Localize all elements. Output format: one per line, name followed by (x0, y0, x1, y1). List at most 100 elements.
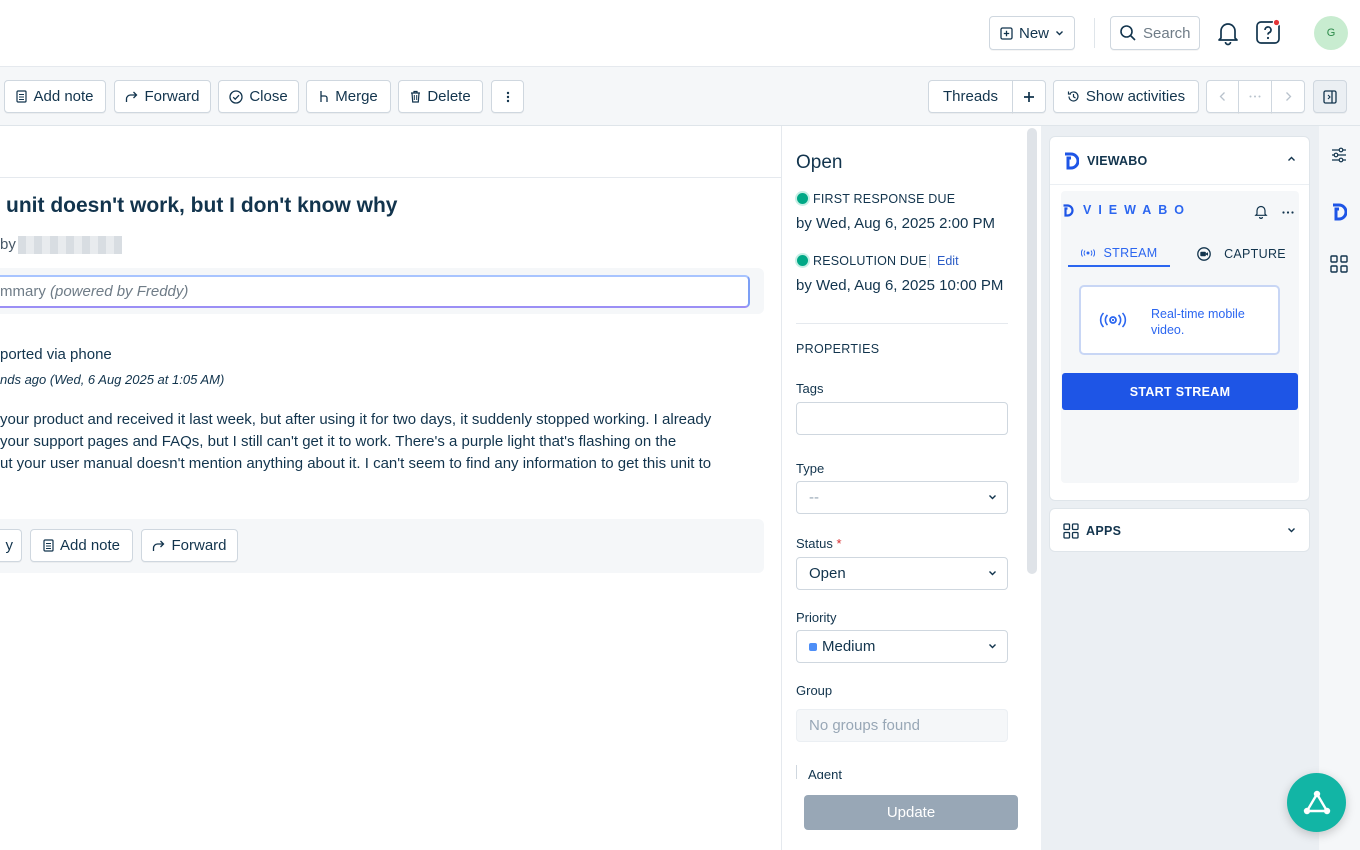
requester-name-redacted (18, 236, 122, 254)
sla-status-dot (797, 255, 808, 266)
viewabo-logo-text: VIEWABO (1083, 203, 1192, 217)
resolution-edit-link[interactable]: Edit (937, 254, 959, 268)
resolution-value: by Wed, Aug 6, 2025 10:00 PM (796, 277, 1004, 294)
divider (929, 254, 930, 268)
apps-grid-icon[interactable] (1330, 255, 1348, 273)
more-actions-button[interactable] (491, 80, 524, 113)
forward-label: Forward (144, 88, 200, 105)
show-activities-button[interactable]: Show activities (1053, 80, 1199, 113)
stream-feature-card: Real-time mobile video. (1079, 285, 1280, 355)
note-icon (43, 539, 54, 552)
priority-select[interactable]: Medium (796, 630, 1008, 663)
forward-icon (153, 540, 165, 551)
ticket-title: unit doesn't work, but I don't know why (6, 194, 398, 217)
divider (796, 323, 1008, 324)
status-label: Status * (796, 536, 842, 551)
tab-stream[interactable]: STREAM (1068, 241, 1170, 267)
help-icon[interactable] (1255, 18, 1283, 46)
delete-button[interactable]: Delete (398, 80, 483, 113)
summary-label: mmary (0, 283, 46, 300)
search-button[interactable]: Search (1110, 16, 1200, 50)
first-response-label: FIRST RESPONSE DUE (813, 192, 956, 206)
status-value: Open (809, 565, 846, 582)
toggle-sidebar-button[interactable] (1313, 80, 1347, 113)
resolution-label: RESOLUTION DUE (813, 254, 927, 268)
reply-button[interactable]: y (0, 529, 22, 562)
plus-icon (1024, 91, 1034, 102)
more-horizontal-icon (1249, 95, 1261, 98)
close-button[interactable]: Close (218, 80, 299, 113)
new-button[interactable]: New (989, 16, 1075, 50)
divider (1094, 18, 1095, 48)
ticket-toolbar: Add note Forward Close Merge Delete Thre… (0, 67, 1360, 126)
new-button-label: New (1018, 24, 1049, 42)
viewabo-app-icon[interactable] (1331, 203, 1347, 221)
prev-ticket-button[interactable] (1206, 80, 1239, 113)
bell-icon[interactable] (1254, 204, 1268, 219)
right-rail (1319, 126, 1360, 850)
reply-forward-label: Forward (171, 537, 227, 554)
priority-value: Medium (822, 638, 876, 655)
reply-add-note-button[interactable]: Add note (30, 529, 133, 562)
apps-section[interactable]: APPS (1049, 508, 1310, 552)
chevron-down-icon (989, 495, 996, 500)
ticket-list-button[interactable] (1238, 80, 1272, 113)
add-note-label: Add note (33, 88, 94, 105)
reply-forward-button[interactable]: Forward (141, 529, 238, 562)
update-button[interactable]: Update (804, 795, 1018, 830)
broadcast-icon (1099, 312, 1127, 328)
filter-settings-icon[interactable] (1331, 147, 1347, 163)
viewabo-widget: VIEWABO VIEWABO STREAM CAPTURE Real-time… (1049, 136, 1310, 501)
plus-square-icon (1000, 26, 1013, 40)
viewabo-app-frame: VIEWABO STREAM CAPTURE Real-time mobile … (1061, 191, 1299, 483)
message-timestamp: nds ago (Wed, 6 Aug 2025 at 1:05 AM) (0, 372, 225, 387)
reported-via: ported via phone (0, 346, 112, 363)
tags-label: Tags (796, 381, 824, 396)
chevron-down-icon (1056, 31, 1063, 36)
status-select[interactable]: Open (796, 557, 1008, 590)
merge-button[interactable]: Merge (306, 80, 391, 113)
forward-icon (126, 91, 138, 102)
requester-prefix: by (0, 236, 16, 253)
bell-icon[interactable] (1216, 20, 1240, 46)
viewabo-logo-icon (1065, 152, 1079, 170)
stream-icon (1080, 249, 1095, 257)
delete-label: Delete (427, 88, 471, 105)
divider (796, 765, 797, 779)
scrollbar-thumb[interactable] (1027, 128, 1037, 574)
freddy-assistant-button[interactable] (1287, 773, 1346, 832)
type-label: Type (796, 461, 825, 476)
message-body: your product and received it last week, … (0, 409, 711, 475)
add-note-button[interactable]: Add note (4, 80, 106, 113)
viewabo-brand-mark-icon (1063, 204, 1074, 217)
search-label: Search (1143, 24, 1191, 42)
message-line: your support pages and FAQs, but I still… (0, 433, 677, 450)
summary-container: mmary (powered by Freddy) (0, 268, 764, 314)
merge-icon (320, 91, 328, 102)
apps-label: APPS (1086, 524, 1122, 538)
divider (0, 177, 781, 178)
group-label: Group (796, 683, 833, 698)
top-bar: New Search G (0, 0, 1360, 67)
next-ticket-button[interactable] (1271, 80, 1305, 113)
message-line: your product and received it last week, … (0, 411, 712, 428)
threads-button[interactable]: Threads (928, 80, 1013, 113)
tab-capture[interactable]: CAPTURE (1193, 241, 1289, 267)
tags-input[interactable] (796, 402, 1008, 435)
add-thread-button[interactable] (1012, 80, 1046, 113)
chevron-down-icon (1288, 528, 1295, 533)
more-horizontal-icon[interactable] (1282, 211, 1294, 214)
forward-button[interactable]: Forward (114, 80, 211, 113)
viewabo-header: VIEWABO (1087, 154, 1148, 168)
show-activities-label: Show activities (1085, 88, 1186, 105)
conversation-pane: unit doesn't work, but I don't know why … (0, 126, 781, 850)
apps-grid-icon (1063, 523, 1079, 539)
avatar[interactable]: G (1314, 16, 1348, 50)
status-label-text: Status (796, 536, 833, 551)
summary-button[interactable]: mmary (powered by Freddy) (0, 275, 750, 308)
type-select[interactable]: -- (796, 481, 1008, 514)
chevron-right-icon (1285, 92, 1291, 101)
chevron-up-icon[interactable] (1287, 156, 1296, 162)
close-label: Close (249, 88, 288, 105)
start-stream-button[interactable]: START STREAM (1062, 373, 1298, 410)
